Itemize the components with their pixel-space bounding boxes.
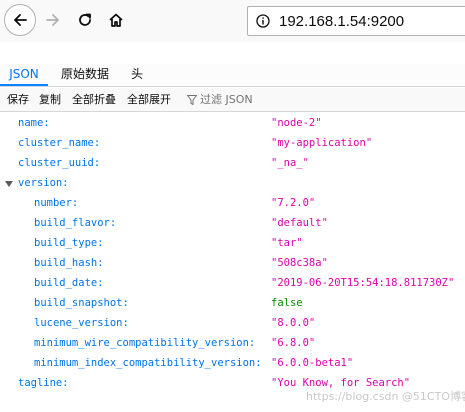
json-value: "_na_" xyxy=(271,157,309,169)
json-key: lucene_version: xyxy=(34,317,129,329)
json-value: "default" xyxy=(271,217,328,229)
json-key: build_flavor: xyxy=(34,217,117,229)
tree-row-build-date[interactable]: build_date: "2019-06-20T15:54:18.811730Z… xyxy=(0,273,465,293)
json-tree: name: "node-2" cluster_name: "my-applica… xyxy=(0,113,465,412)
url-bar[interactable]: 192.168.1.54:9200 xyxy=(247,6,465,36)
action-bar: 保存 复制 全部折叠 全部展开 过滤 JSON xyxy=(0,88,465,112)
expand-triangle-icon[interactable] xyxy=(5,181,13,187)
json-value: "node-2" xyxy=(271,117,322,129)
arrow-right-icon xyxy=(46,14,59,26)
tab-json[interactable]: JSON xyxy=(0,64,48,86)
tree-row-lucene-version[interactable]: lucene_version: "8.0.0" xyxy=(0,313,465,333)
json-key: build_hash: xyxy=(34,257,104,269)
json-value: "tar" xyxy=(271,237,303,249)
reload-icon xyxy=(79,13,91,26)
save-button[interactable]: 保存 xyxy=(7,92,29,108)
tab-raw-data[interactable]: 原始数据 xyxy=(52,64,118,86)
tab-headers[interactable]: 头 xyxy=(122,64,152,86)
tree-row-cluster-uuid[interactable]: cluster_uuid: "_na_" xyxy=(0,153,465,173)
json-key: tagline: xyxy=(18,377,69,389)
tree-row-number[interactable]: number: "7.2.0" xyxy=(0,193,465,213)
json-value: "8.0.0" xyxy=(271,317,316,329)
tree-row-min-index-compat[interactable]: minimum_index_compatibility_version: "6.… xyxy=(0,353,465,373)
home-button[interactable] xyxy=(101,5,131,35)
tree-row-build-type[interactable]: build_type: "tar" xyxy=(0,233,465,253)
json-key: name: xyxy=(18,117,50,129)
json-key: cluster_uuid: xyxy=(18,157,101,169)
info-icon[interactable] xyxy=(256,14,270,28)
json-value: "6.0.0-beta1" xyxy=(271,357,354,369)
filter-placeholder: 过滤 JSON xyxy=(200,93,253,106)
json-value: "508c38a" xyxy=(271,257,328,269)
tree-row-name[interactable]: name: "node-2" xyxy=(0,113,465,133)
collapse-all-button[interactable]: 全部折叠 xyxy=(72,92,116,108)
forward-button[interactable] xyxy=(38,5,68,35)
json-key: minimum_wire_compatibility_version: xyxy=(34,337,256,349)
json-key: build_snapshot: xyxy=(34,297,129,309)
watermark: https://blog.csdn @51CTO博客 xyxy=(306,390,465,403)
tree-row-cluster-name[interactable]: cluster_name: "my-application" xyxy=(0,133,465,153)
filter-icon xyxy=(187,95,197,105)
tree-row-min-wire-compat[interactable]: minimum_wire_compatibility_version: "6.8… xyxy=(0,333,465,353)
arrow-left-icon xyxy=(14,14,27,26)
home-icon xyxy=(109,13,123,27)
copy-button[interactable]: 复制 xyxy=(39,92,61,108)
json-key: version: xyxy=(18,177,69,189)
json-key: cluster_name: xyxy=(18,137,101,149)
json-key: build_type: xyxy=(34,237,104,249)
json-key: minimum_index_compatibility_version: xyxy=(34,357,262,369)
tree-row-build-flavor[interactable]: build_flavor: "default" xyxy=(0,213,465,233)
tree-row-version[interactable]: version: xyxy=(0,173,465,193)
tree-row-build-hash[interactable]: build_hash: "508c38a" xyxy=(0,253,465,273)
json-value: "2019-06-20T15:54:18.811730Z" xyxy=(271,277,455,289)
json-value: "6.8.0" xyxy=(271,337,316,349)
viewer-tabs: JSON 原始数据 头 xyxy=(0,64,465,87)
json-key: build_date: xyxy=(34,277,104,289)
json-value: false xyxy=(271,297,303,309)
url-text[interactable]: 192.168.1.54:9200 xyxy=(279,13,404,30)
json-key: number: xyxy=(34,197,79,209)
back-button[interactable] xyxy=(4,4,36,36)
reload-button[interactable] xyxy=(70,5,100,35)
browser-toolbar: 192.168.1.54:9200 xyxy=(0,0,465,42)
tree-row-build-snapshot[interactable]: build_snapshot: false xyxy=(0,293,465,313)
json-value: "7.2.0" xyxy=(271,197,316,209)
json-value: "my-application" xyxy=(271,137,373,149)
expand-all-button[interactable]: 全部展开 xyxy=(127,92,171,108)
